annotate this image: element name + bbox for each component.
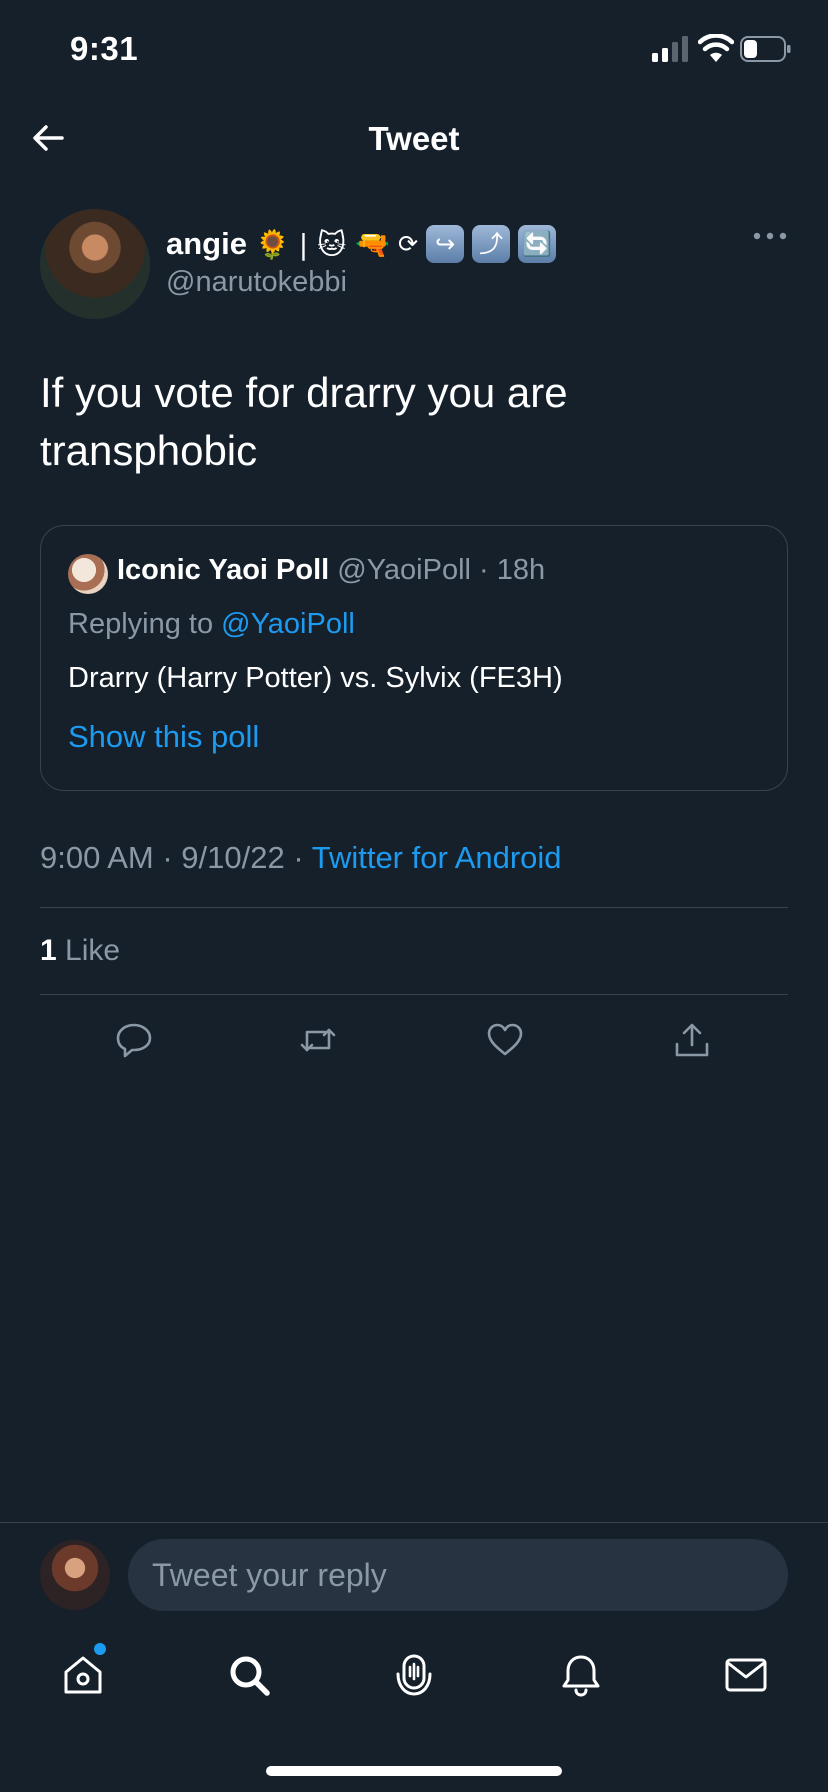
notifications-icon[interactable]	[558, 1652, 604, 1698]
quoted-tweet-card[interactable]: Iconic Yaoi Poll @YaoiPoll · 18h Replyin…	[40, 525, 788, 791]
tweet-text: If you vote for drarry you are transphob…	[40, 369, 568, 474]
tweet-timestamp: 9:00 AM · 9/10/22 · Twitter for Android	[40, 840, 562, 876]
author-handle[interactable]: @narutokebbi	[166, 266, 347, 299]
status-time: 9:31	[70, 30, 139, 67]
quoted-author-meta: @YaoiPoll · 18h	[329, 554, 546, 586]
home-notification-dot	[94, 1643, 106, 1655]
spaces-icon[interactable]	[391, 1652, 437, 1698]
quoted-tweet-text: Drarry (Harry Potter) vs. Sylvix (FE3H)	[68, 662, 563, 694]
author-name-row[interactable]: angie 🌻 | 🐱 🔫 ⟳ ↪ ⤴ 🔄	[166, 222, 557, 266]
search-icon[interactable]	[226, 1652, 272, 1698]
quoted-replying-to: Replying to @YaoiPoll	[68, 608, 355, 641]
badge-emoji-3: ⤴	[472, 225, 511, 263]
tweet-time-date: 9:00 AM · 9/10/22 ·	[40, 840, 312, 875]
badge-emoji-1: ⟳	[398, 230, 419, 258]
badge-emoji-4: 🔄	[518, 225, 557, 263]
home-icon[interactable]	[60, 1652, 106, 1698]
replying-to-handle-link[interactable]: @YaoiPoll	[221, 608, 355, 640]
reply-icon[interactable]	[114, 1020, 154, 1060]
status-bar: 9:31	[0, 0, 828, 100]
cellular-signal-icon	[652, 36, 688, 62]
home-indicator	[266, 1766, 562, 1776]
author-avatar[interactable]	[40, 209, 150, 319]
battery-icon	[740, 36, 791, 62]
divider	[40, 907, 788, 908]
composer-divider	[0, 1522, 828, 1523]
like-icon[interactable]	[485, 1020, 525, 1060]
likes-count: 1	[40, 934, 57, 967]
quoted-author-avatar	[68, 554, 108, 594]
likes-row[interactable]: 1 Like	[40, 934, 120, 968]
show-poll-link[interactable]: Show this poll	[68, 719, 259, 755]
likes-label: Like	[56, 934, 121, 967]
page-title: Tweet	[368, 120, 460, 157]
quoted-tweet-header: Iconic Yaoi Poll @YaoiPoll · 18h	[117, 554, 545, 587]
quoted-author-name: Iconic Yaoi Poll	[117, 554, 330, 586]
author-name-emojis: 🌻 | 🐱 🔫	[254, 227, 391, 261]
current-user-avatar[interactable]	[40, 1540, 110, 1610]
share-icon[interactable]	[672, 1020, 712, 1060]
author-name: angie	[166, 226, 247, 261]
divider	[40, 994, 788, 995]
tweet-source-link[interactable]: Twitter for Android	[312, 840, 562, 875]
retweet-icon[interactable]	[298, 1020, 338, 1060]
more-options-icon[interactable]	[752, 230, 788, 242]
badge-emoji-2: ↪	[426, 225, 465, 263]
tweet-screen: 9:31 Tweet angie 🌻 | 🐱 🔫 ⟳ ↪ ⤴ 🔄 @naruto…	[0, 0, 828, 1792]
top-navigation: Tweet	[0, 100, 828, 180]
replying-to-label: Replying to	[68, 608, 222, 640]
messages-icon[interactable]	[723, 1652, 769, 1698]
reply-input[interactable]	[128, 1539, 788, 1611]
wifi-icon	[698, 34, 734, 62]
